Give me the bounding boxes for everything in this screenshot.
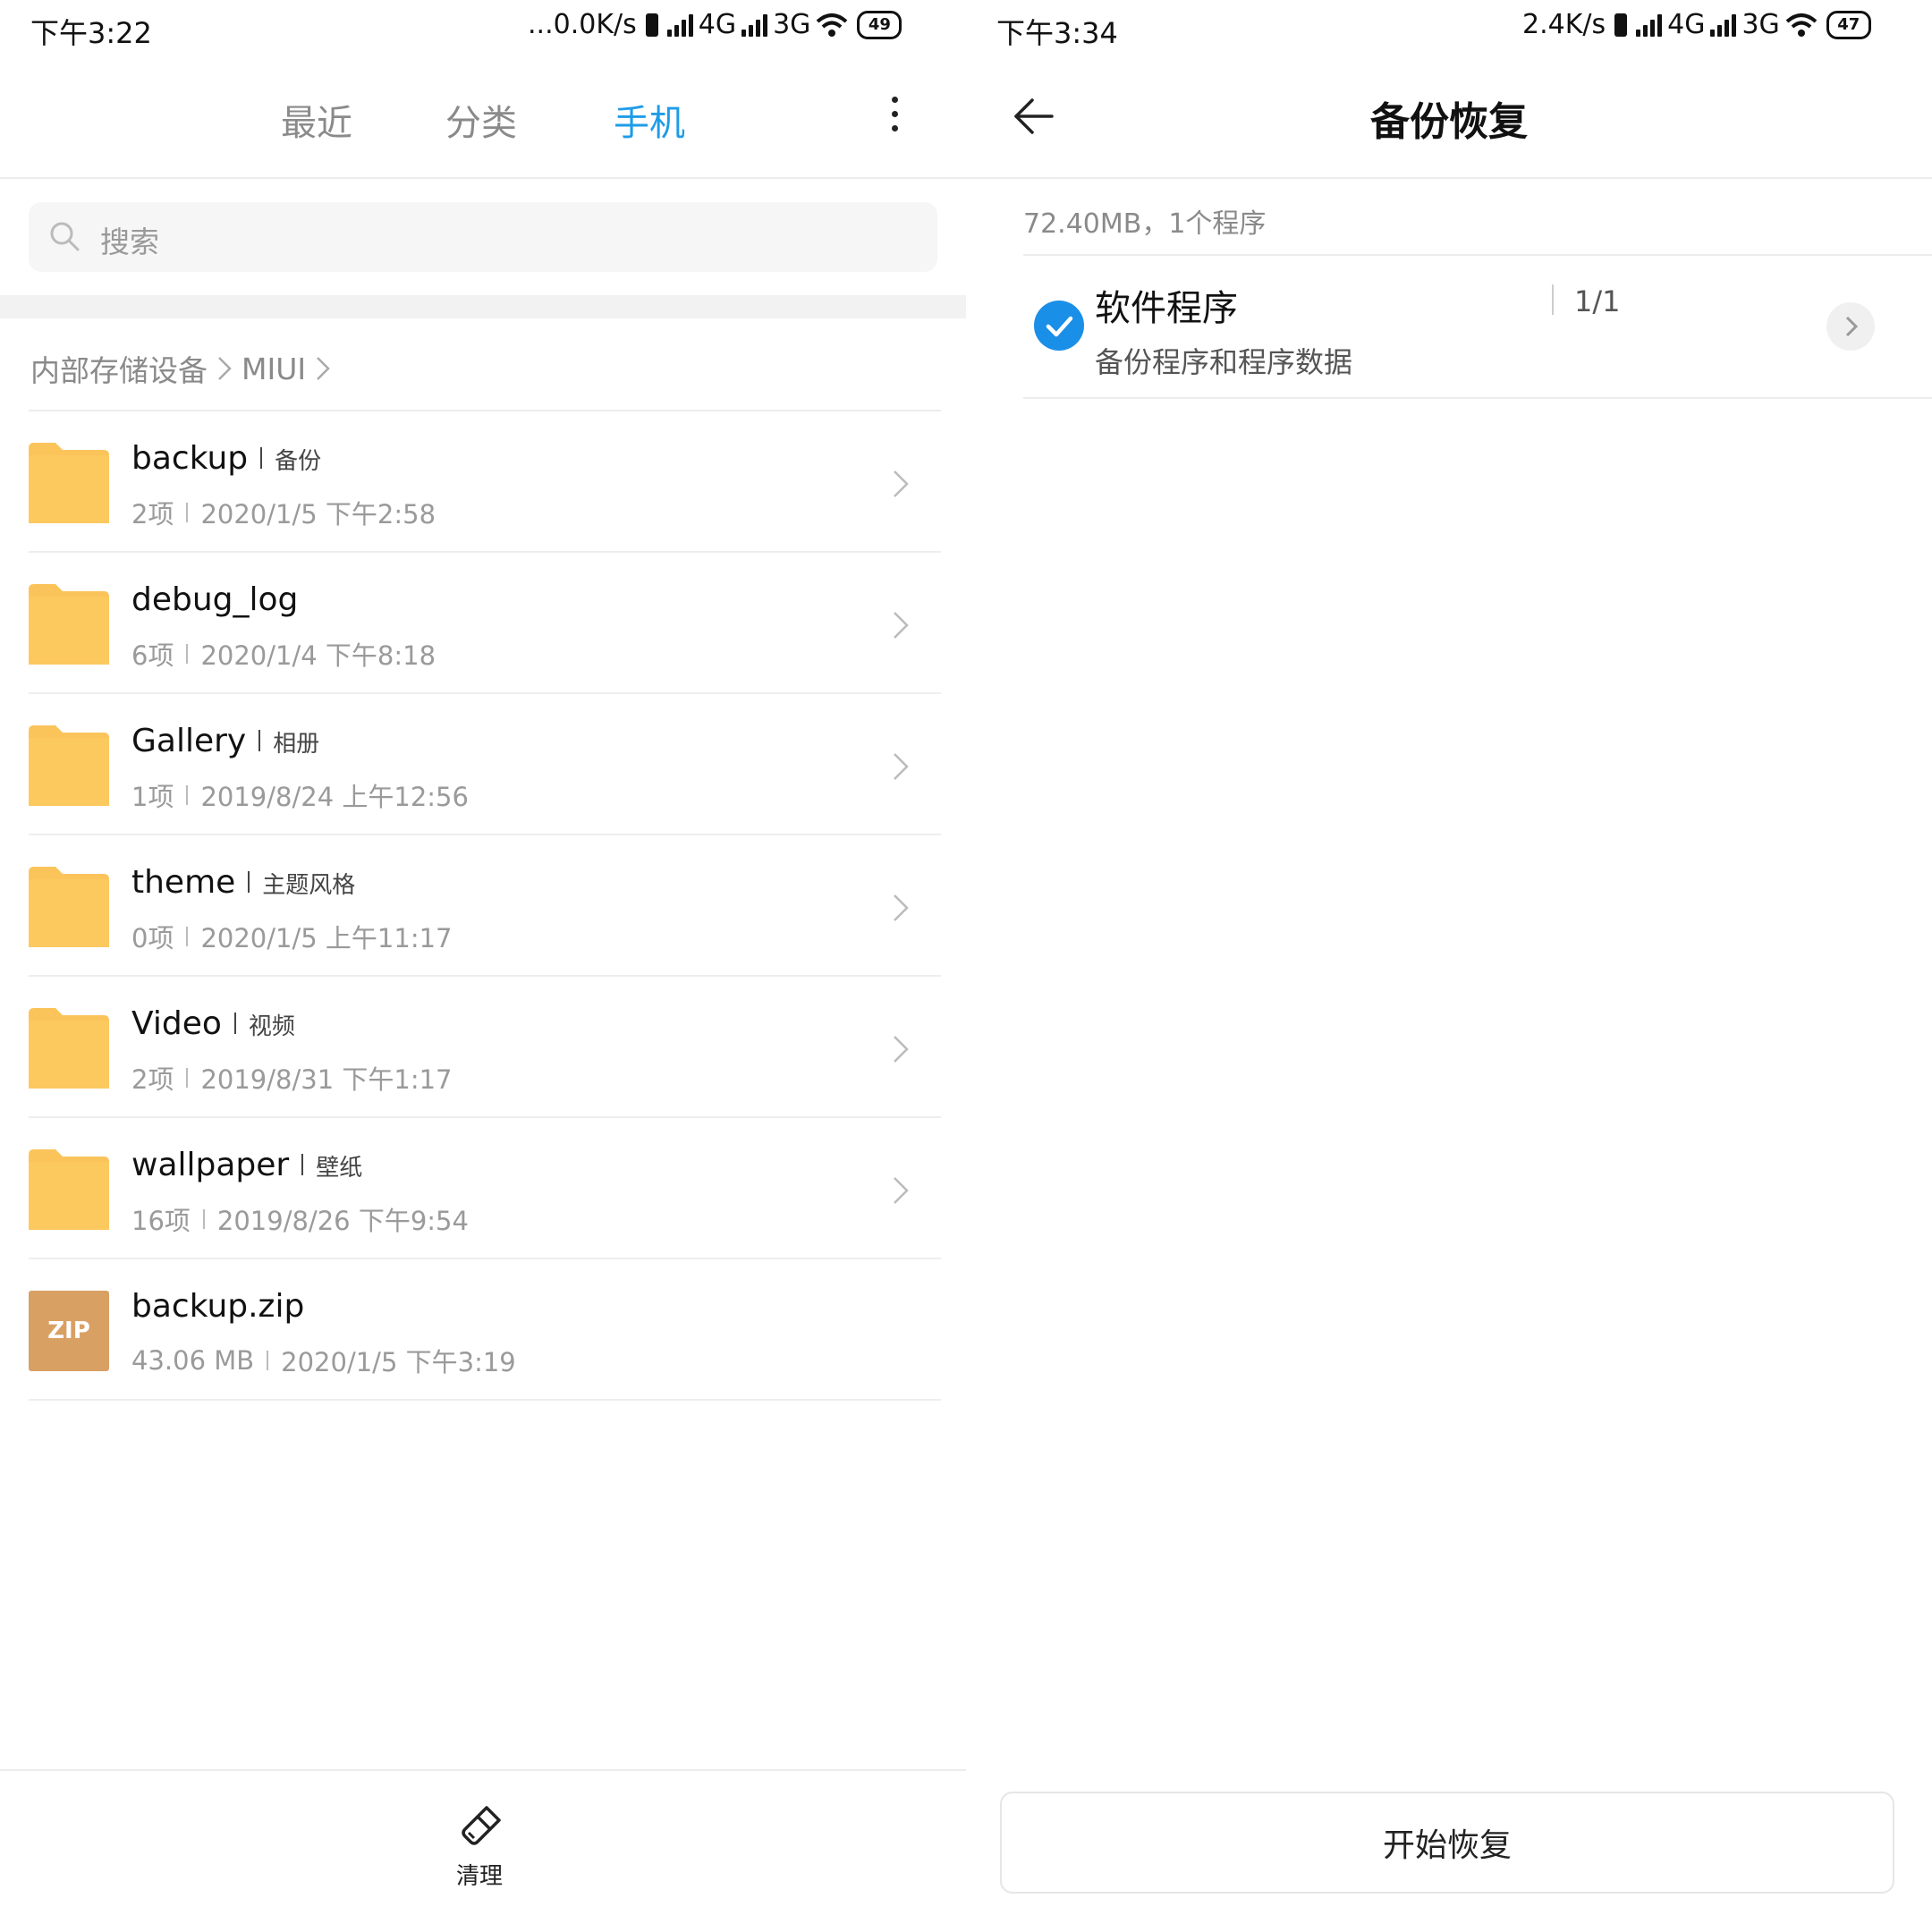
item-separator xyxy=(1552,284,1554,315)
status-bar-indicators: 2.4K/s 4G 3G 47 xyxy=(1522,9,1871,40)
list-item[interactable]: backup 备份 2项 2020/1/5 下午2:58 xyxy=(0,411,966,553)
item-name: wallpaper 壁纸 xyxy=(131,1147,363,1183)
network-type-2: 3G xyxy=(1741,9,1780,40)
item-name: theme 主题风格 xyxy=(131,864,356,901)
item-meta: 2项 2020/1/5 下午2:58 xyxy=(131,499,436,530)
list-item[interactable]: theme 主题风格 0项 2020/1/5 上午11:17 xyxy=(0,835,966,977)
folder-icon xyxy=(29,1008,109,1089)
start-restore-button[interactable]: 开始恢复 xyxy=(1000,1792,1894,1894)
chevron-right-icon xyxy=(894,612,909,639)
vibrate-icon xyxy=(645,13,658,37)
item-name: Gallery 相册 xyxy=(131,723,320,759)
tab-phone[interactable]: 手机 xyxy=(614,94,685,146)
network-speed: 2.4K/s xyxy=(1522,9,1606,40)
status-time: 下午3:34 xyxy=(996,16,1118,50)
brush-icon xyxy=(462,1806,501,1845)
header-divider xyxy=(966,177,1932,179)
chevron-right-icon xyxy=(1845,316,1859,337)
list-item[interactable]: wallpaper 壁纸 16项 2019/8/26 下午9:54 xyxy=(0,1118,966,1259)
folder-icon xyxy=(29,867,109,947)
backup-summary: 72.40MB，1个程序 xyxy=(1023,208,1267,240)
more-options-icon[interactable] xyxy=(889,97,900,140)
wifi-icon xyxy=(817,13,848,37)
signal-icon xyxy=(666,13,693,37)
item-title: 软件程序 xyxy=(1095,288,1238,329)
search-icon xyxy=(50,222,80,251)
item-name: debug_log xyxy=(131,581,299,618)
clean-label: 清理 xyxy=(455,1863,503,1890)
network-type-2: 3G xyxy=(773,9,811,40)
clean-button[interactable]: 清理 xyxy=(429,1802,530,1891)
header-divider xyxy=(0,177,966,179)
section-gap xyxy=(0,295,966,318)
folder-icon xyxy=(29,725,109,806)
battery-icon: 49 xyxy=(857,10,902,39)
item-detail-button[interactable] xyxy=(1826,302,1875,351)
folder-icon xyxy=(29,443,109,523)
chevron-right-icon xyxy=(894,470,909,497)
battery-icon: 47 xyxy=(1826,10,1871,39)
chevron-right-icon xyxy=(894,753,909,780)
chevron-right-icon xyxy=(894,894,909,921)
network-type-1: 4G xyxy=(1667,9,1706,40)
status-bar-indicators: ...0.0K/s 4G 3G 49 xyxy=(528,9,902,40)
wifi-icon xyxy=(1785,13,1818,37)
file-manager-screen: 下午3:22 ...0.0K/s 4G 3G 49 最近 分类 手机 搜索 内部… xyxy=(0,0,966,1932)
network-speed: ...0.0K/s xyxy=(528,9,637,40)
item-name: backup.zip xyxy=(131,1288,305,1325)
status-time: 下午3:22 xyxy=(30,16,152,50)
checkbox-checked-icon[interactable] xyxy=(1034,301,1084,351)
tab-category[interactable]: 分类 xyxy=(445,94,517,146)
list-item[interactable]: Gallery 相册 1项 2019/8/24 上午12:56 xyxy=(0,694,966,835)
item-count: 1/1 xyxy=(1574,284,1621,318)
breadcrumb-current[interactable]: MIUI xyxy=(242,352,306,386)
search-placeholder: 搜索 xyxy=(100,225,159,259)
item-name: Video 视频 xyxy=(131,1005,295,1042)
bottom-bar-divider xyxy=(0,1769,966,1771)
list-item[interactable]: debug_log 6项 2020/1/4 下午8:18 xyxy=(0,553,966,694)
list-item[interactable]: Video 视频 2项 2019/8/31 下午1:17 xyxy=(0,977,966,1118)
list-item[interactable]: ZIP backup.zip 43.06 MB 2020/1/5 下午3:19 xyxy=(0,1259,966,1401)
folder-icon xyxy=(29,1149,109,1230)
network-type-1: 4G xyxy=(698,9,737,40)
page-title: 备份恢复 xyxy=(1370,99,1528,145)
zip-file-icon: ZIP xyxy=(29,1291,109,1371)
vibrate-icon xyxy=(1614,13,1628,37)
item-meta: 0项 2020/1/5 上午11:17 xyxy=(131,923,453,953)
signal-icon-2 xyxy=(1710,13,1737,37)
item-meta: 1项 2019/8/24 上午12:56 xyxy=(131,782,469,812)
chevron-right-icon xyxy=(894,1036,909,1063)
breadcrumb-root[interactable]: 内部存储设备 xyxy=(30,347,208,390)
item-subtitle: 备份程序和程序数据 xyxy=(1095,345,1353,379)
item-meta: 2项 2019/8/31 下午1:17 xyxy=(131,1064,453,1095)
item-meta: 6项 2020/1/4 下午8:18 xyxy=(131,640,436,671)
breadcrumb: 内部存储设备 MIUI xyxy=(30,347,335,390)
item-name: backup 备份 xyxy=(131,440,322,477)
chevron-right-icon xyxy=(894,1177,909,1204)
signal-icon-2 xyxy=(741,13,768,37)
chevron-right-icon xyxy=(218,357,232,380)
item-divider xyxy=(1023,397,1932,399)
chevron-right-icon xyxy=(317,357,330,380)
backup-restore-screen: 下午3:34 2.4K/s 4G 3G 47 备份恢复 72.40MB，1个程序… xyxy=(966,0,1932,1932)
search-input[interactable]: 搜索 xyxy=(29,202,937,272)
folder-icon xyxy=(29,584,109,665)
signal-icon xyxy=(1636,13,1663,37)
item-meta: 16项 2019/8/26 下午9:54 xyxy=(131,1206,469,1236)
item-meta: 43.06 MB 2020/1/5 下午3:19 xyxy=(131,1345,516,1377)
tab-recent[interactable]: 最近 xyxy=(281,94,352,146)
